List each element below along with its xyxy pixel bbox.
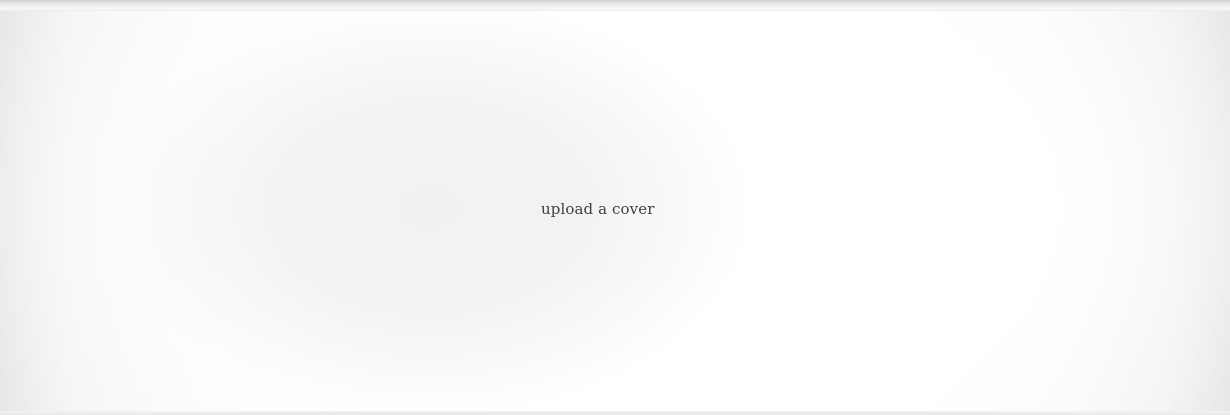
cover-upload-area[interactable]: upload a cover <box>0 0 1230 415</box>
upload-cover-label[interactable]: upload a cover <box>541 200 654 218</box>
bottom-border-strip <box>0 411 1230 415</box>
top-border-strip <box>0 0 1230 11</box>
